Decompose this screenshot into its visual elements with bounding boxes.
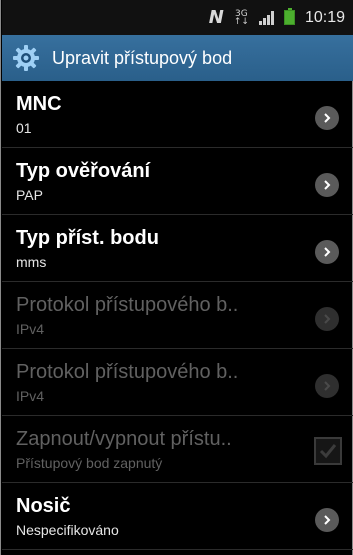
list-item-title: Typ příst. bodu: [16, 227, 159, 249]
status-time: 10:19: [304, 8, 345, 26]
signal-strength-icon: [258, 10, 274, 25]
checkmark-icon: [319, 444, 337, 459]
chevron-right-icon: [315, 106, 339, 130]
page-title: Upravit přístupový bod: [52, 47, 233, 68]
chevron-right-icon: [315, 240, 339, 264]
carrier-icon: N: [208, 7, 224, 28]
screen-frame: N 3G ↑↓ 10:19 Upravit přístupový bod MNC…: [0, 0, 353, 555]
chevron-right-icon: [315, 173, 339, 197]
list-item-summary: 01: [16, 120, 32, 136]
list-item-summary: IPv4: [16, 388, 45, 404]
list-item-apn-roaming-protocol: Protokol přístupového b.. IPv4: [2, 349, 353, 416]
list-item-apn-type[interactable]: Typ příst. bodu mms: [2, 215, 353, 282]
gear-icon[interactable]: [12, 44, 40, 72]
list-item-apn-enable: Zapnout/vypnout přístu.. Přístupový bod …: [2, 416, 353, 483]
chevron-right-icon: [315, 307, 339, 331]
list-item-title: Typ ověřování: [16, 160, 151, 182]
network-type-icon: 3G ↑↓: [233, 9, 249, 27]
list-item-summary: Nespecifikováno: [16, 522, 119, 538]
list-item-apn-protocol: Protokol přístupového b.. IPv4: [2, 282, 353, 349]
network-activity-arrows: ↑↓: [233, 16, 249, 27]
list-item-summary: PAP: [16, 187, 43, 203]
chevron-right-icon: [315, 508, 339, 532]
list-item-title: Protokol přístupového b..: [16, 294, 239, 316]
list-item-title: MNC: [16, 93, 62, 115]
battery-icon: [283, 8, 295, 25]
list-item-title: Zapnout/vypnout přístu..: [16, 428, 232, 450]
list-item-summary: IPv4: [16, 321, 45, 337]
settings-list: MNC 01 Typ ověřování PAP Typ příst. bodu…: [2, 81, 353, 550]
list-item-title: Nosič: [16, 495, 71, 517]
list-item-title: Protokol přístupového b..: [16, 361, 239, 383]
status-bar: N 3G ↑↓ 10:19: [2, 0, 353, 35]
list-item-summary: Přístupový bod zapnutý: [16, 455, 163, 471]
list-item-mnc[interactable]: MNC 01: [2, 81, 353, 148]
chevron-right-icon: [315, 374, 339, 398]
list-item-bearer[interactable]: Nosič Nespecifikováno: [2, 483, 353, 550]
list-item-auth-type[interactable]: Typ ověřování PAP: [2, 148, 353, 215]
apn-enable-checkbox: [314, 437, 342, 465]
action-bar: Upravit přístupový bod: [2, 35, 353, 81]
list-item-summary: mms: [16, 254, 47, 270]
